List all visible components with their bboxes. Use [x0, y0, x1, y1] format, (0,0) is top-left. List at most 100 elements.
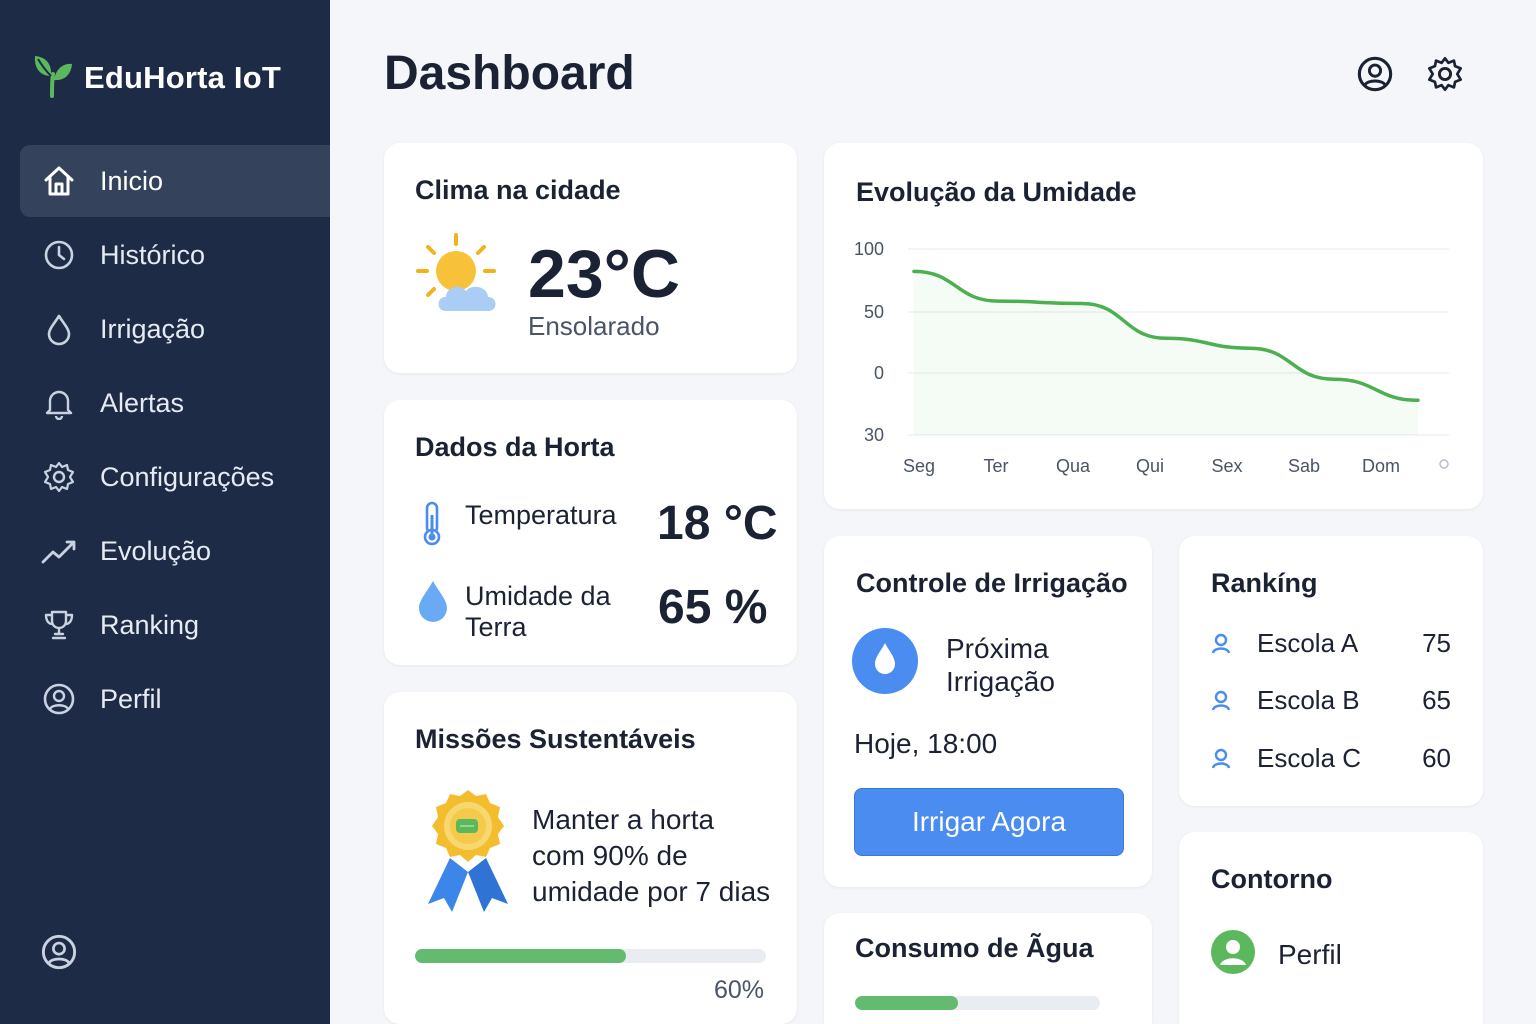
user-circle-icon: [1356, 55, 1394, 98]
ranking-row[interactable]: Escola C 60: [1211, 743, 1451, 774]
sidebar-item-label: Alertas: [100, 387, 185, 418]
sidebar-profile-button[interactable]: [40, 933, 78, 976]
sidebar-item-evolucao[interactable]: Evolução: [20, 515, 330, 587]
clock-icon: [40, 236, 78, 274]
ranking-school-name: Escola C: [1257, 743, 1362, 773]
chart-x-tick-label: Seg: [903, 456, 935, 476]
user-icon: [1211, 633, 1233, 655]
mission-progress-label: 60%: [714, 976, 765, 1004]
mission-text-line: umidade por 7 dias: [532, 876, 771, 907]
settings-button[interactable]: [1425, 56, 1465, 96]
sidebar-item-ranking[interactable]: Ranking: [20, 589, 330, 661]
irrigate-now-button[interactable]: Irrigar Agora: [854, 788, 1124, 856]
ranking-row[interactable]: Escola B 65: [1211, 685, 1451, 716]
gear-icon: [40, 458, 78, 496]
mission-progress-bar: [415, 949, 766, 963]
sidebar-item-label: Evolução: [100, 535, 212, 566]
avatar: [1210, 929, 1256, 980]
droplet-icon: [40, 310, 78, 348]
ranking-score: 60: [1422, 743, 1451, 773]
garden-card: Dados da Horta Temperatura 18 °C Umidade…: [384, 400, 797, 665]
chart-x-tick-label: Qui: [1136, 456, 1164, 476]
chart-y-tick-label: 30: [864, 425, 884, 445]
contour-card: Contorno Perfil: [1179, 832, 1483, 1024]
irrigation-title: Controle de Irrigação: [856, 568, 1128, 598]
brand[interactable]: EduHorta IoT: [32, 52, 281, 103]
water-drop-icon: [415, 578, 451, 629]
weather-title: Clima na cidade: [415, 175, 621, 205]
water-progress-bar: [855, 996, 1100, 1010]
sidebar-item-label: Ranking: [100, 609, 200, 640]
humidity-chart-card: Evolução da Umidade 100 50 0 30 Seg Ter Qua Qui…: [824, 143, 1483, 509]
moisture-value: 65 %: [658, 581, 768, 634]
user-circle-icon: [40, 934, 78, 975]
sun-cloud-icon: [414, 231, 504, 322]
sidebar-item-irrigacao[interactable]: Irrigação: [20, 293, 330, 365]
sidebar-item-label: Configurações: [100, 461, 275, 492]
ranking-school-name: Escola A: [1257, 628, 1359, 658]
moisture-label-line: Terra: [465, 612, 527, 642]
page-title: Dashboard: [384, 47, 635, 100]
ranking-score: 65: [1422, 685, 1451, 715]
mission-text-line: com 90% de: [532, 840, 688, 871]
chart-x-tick-label: Qua: [1056, 456, 1091, 476]
sidebar-item-label: Histórico: [100, 239, 206, 270]
water-progress-fill: [855, 996, 958, 1010]
chart-y-tick-label: 100: [854, 239, 884, 259]
contour-profile-label: Perfil: [1278, 938, 1342, 970]
bell-icon: [40, 384, 78, 422]
weather-condition: Ensolarado: [528, 311, 660, 341]
mission-description: Manter a horta com 90% de umidade por 7 …: [532, 802, 792, 910]
next-irrigation-line: Próxima: [946, 633, 1049, 664]
sidebar-item-inicio[interactable]: Inicio: [20, 145, 330, 217]
sidebar-item-perfil[interactable]: Perfil: [20, 663, 330, 735]
sidebar-item-configuracoes[interactable]: Configurações: [20, 441, 330, 513]
weather-card: Clima na cidade 23°C Ensolarado: [384, 143, 797, 373]
sidebar: EduHorta IoT Inicio Histórico Irrigação …: [0, 0, 330, 1024]
user-icon: [1211, 748, 1233, 770]
moisture-label-line: Umidade da: [465, 581, 611, 611]
award-badge-icon: [422, 788, 514, 919]
sidebar-item-label: Inicio: [100, 165, 164, 196]
chart-y-tick-label: 0: [874, 363, 884, 383]
ranking-school-name: Escola B: [1257, 685, 1360, 715]
ranking-row[interactable]: Escola A 75: [1211, 628, 1451, 659]
gear-icon: [1426, 55, 1464, 98]
next-irrigation-line: Irrigação: [946, 666, 1055, 697]
moisture-label: Umidade da Terra: [465, 581, 611, 643]
sidebar-item-historico[interactable]: Histórico: [20, 219, 330, 291]
chart-x-tick-label: Sex: [1211, 456, 1242, 476]
sidebar-item-alertas[interactable]: Alertas: [20, 367, 330, 439]
next-irrigation-time: Hoje, 18:00: [854, 728, 998, 759]
water-drop-circle-icon: [851, 627, 919, 700]
irrigation-card: Controle de Irrigação Próxima Irrigação …: [824, 536, 1152, 887]
chart-x-tick-label: Sab: [1288, 456, 1320, 476]
app-name: EduHorta IoT: [84, 59, 281, 95]
sidebar-item-label: Perfil: [100, 683, 162, 714]
trend-icon: [40, 532, 78, 570]
sidebar-nav: Inicio Histórico Irrigação Alertas Confi…: [20, 145, 330, 737]
mission-text-line: Manter a horta: [532, 804, 715, 835]
ranking-card: Rankíng Escola A 75 Escola B 65 Escola C…: [1179, 536, 1483, 806]
user-icon: [1211, 690, 1233, 712]
sprout-logo-icon: [32, 52, 74, 103]
garden-title: Dados da Horta: [415, 432, 615, 462]
user-circle-icon: [40, 680, 78, 718]
temperature-label: Temperatura: [465, 500, 617, 530]
trophy-icon: [40, 606, 78, 644]
contour-profile-link[interactable]: Perfil: [1210, 929, 1342, 980]
chart-area: [914, 271, 1418, 435]
account-button[interactable]: [1355, 56, 1395, 96]
humidity-line-chart: 100 50 0 30 Seg Ter Qua Qui Sex Sab Dom: [854, 239, 1449, 476]
ranking-score: 75: [1422, 628, 1451, 658]
chart-x-tick-label: Dom: [1362, 456, 1400, 476]
sidebar-item-label: Irrigação: [100, 313, 206, 344]
water-consumption-card: Consumo de Ãgua: [824, 913, 1152, 1024]
chart-y-tick-label: 50: [864, 302, 884, 322]
missions-title: Missões Sustentáveis: [415, 724, 696, 754]
contour-title: Contorno: [1211, 864, 1333, 894]
home-icon: [40, 162, 78, 200]
next-irrigation-label: Próxima Irrigação: [946, 632, 1055, 698]
temperature-value: 18 °C: [657, 497, 778, 550]
ranking-title: Rankíng: [1211, 568, 1318, 598]
